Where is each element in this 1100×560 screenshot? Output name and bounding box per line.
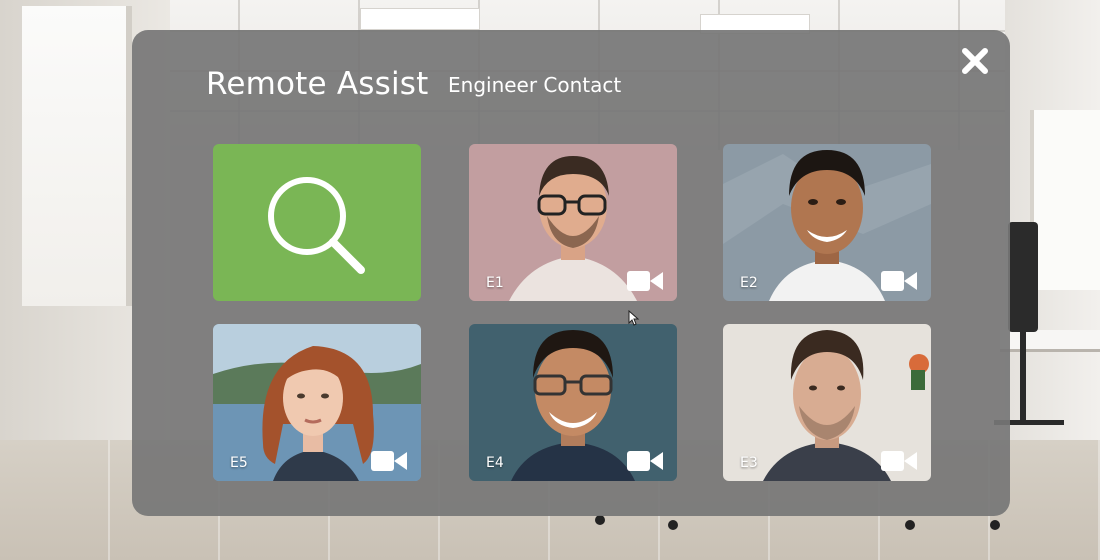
office-chair <box>1008 222 1038 332</box>
contact-tile-e5[interactable]: E5 <box>213 324 421 481</box>
remote-assist-panel: Remote Assist Engineer Contact E1 E2 E5 … <box>132 30 1010 516</box>
right-window <box>1030 110 1100 290</box>
chair-stem <box>1020 332 1026 422</box>
contact-label: E2 <box>740 275 758 291</box>
page-subtitle: Engineer Contact <box>448 73 622 97</box>
contact-tile-e2[interactable]: E2 <box>723 144 931 301</box>
contact-label: E5 <box>230 455 248 471</box>
video-camera-icon[interactable] <box>627 449 663 473</box>
video-camera-icon[interactable] <box>881 269 917 293</box>
contact-tile-e4[interactable]: E4 <box>469 324 677 481</box>
search-contacts-button[interactable] <box>213 144 421 301</box>
contact-label: E3 <box>740 455 758 471</box>
left-window <box>22 6 132 306</box>
video-camera-icon[interactable] <box>627 269 663 293</box>
chair-wheel <box>990 520 1000 530</box>
contact-tile-e3[interactable]: E3 <box>723 324 931 481</box>
contact-label: E4 <box>486 455 504 471</box>
video-camera-icon[interactable] <box>881 449 917 473</box>
ceiling-light <box>360 8 480 30</box>
contact-label: E1 <box>486 275 504 291</box>
desk <box>1000 330 1100 352</box>
app-title: Remote Assist <box>206 66 429 102</box>
close-icon <box>962 48 988 74</box>
close-button[interactable] <box>960 46 990 76</box>
chair-wheel <box>595 515 605 525</box>
contact-tile-e1[interactable]: E1 <box>469 144 677 301</box>
video-camera-icon[interactable] <box>371 449 407 473</box>
chair-wheel <box>668 520 678 530</box>
mouse-cursor-icon <box>628 310 640 326</box>
chair-wheel <box>905 520 915 530</box>
search-icon <box>268 177 365 274</box>
